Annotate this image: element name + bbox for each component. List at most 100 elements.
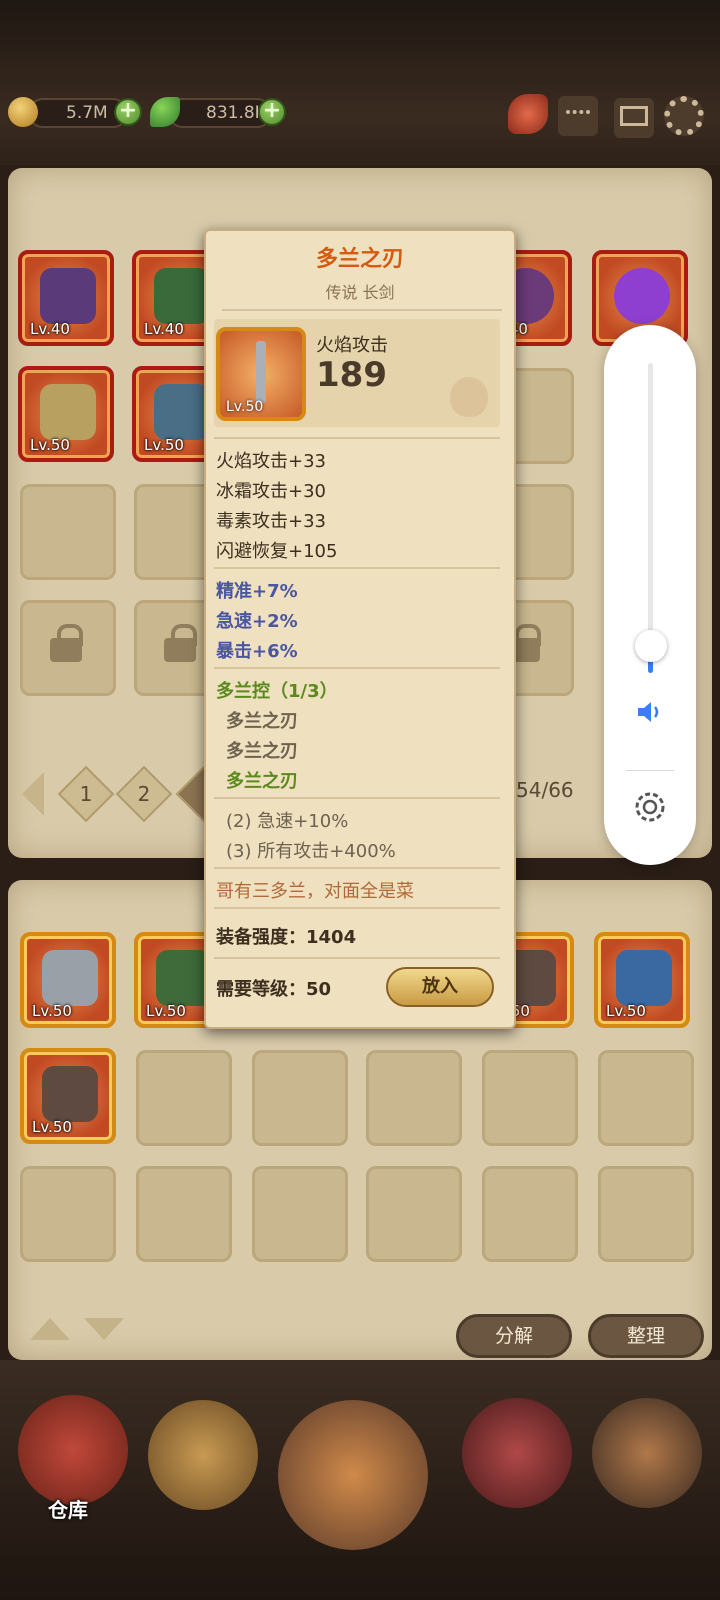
page-2-button[interactable]: 2 <box>124 774 164 814</box>
item-portrait: Lv.50 <box>216 327 306 421</box>
boot-icon <box>42 1066 98 1122</box>
sword-icon <box>42 950 98 1006</box>
shop-nav-icon[interactable] <box>462 1398 572 1508</box>
volume-slider-thumb[interactable] <box>635 630 667 662</box>
lock-icon <box>50 624 83 662</box>
divider <box>214 957 500 959</box>
main-stat-value: 189 <box>316 355 387 395</box>
empty-slot[interactable] <box>136 1050 232 1146</box>
set-bonus: (2) 急速+10% <box>226 811 349 832</box>
prev-page-arrow-icon[interactable] <box>22 772 44 816</box>
volume-track[interactable] <box>648 363 653 673</box>
settings-gear-icon[interactable] <box>664 96 704 136</box>
empty-slot[interactable] <box>598 1166 694 1262</box>
gold-coin-icon <box>8 97 38 127</box>
item-name: 多兰之刃 <box>315 247 404 272</box>
empty-slot[interactable] <box>366 1050 462 1146</box>
set-item: 多兰之刃 <box>226 741 298 762</box>
amulet-icon <box>40 384 96 440</box>
set-item: 多兰之刃 <box>226 711 298 732</box>
mail-icon[interactable] <box>614 98 654 138</box>
sound-settings-gear-icon[interactable] <box>630 787 670 827</box>
empty-slot[interactable] <box>20 1166 116 1262</box>
leaf-value: 831.8K <box>206 103 266 123</box>
base-stat: 冰霜攻击+30 <box>216 481 326 502</box>
sword-icon <box>256 341 266 403</box>
forge-nav-icon[interactable] <box>592 1398 702 1508</box>
sort-down-arrow-icon[interactable] <box>84 1318 124 1340</box>
empty-slot[interactable] <box>252 1166 348 1262</box>
bonus-stat: 急速+2% <box>216 611 298 632</box>
chat-icon[interactable] <box>558 96 598 136</box>
divider <box>626 770 674 771</box>
required-level: 需要等级：50 <box>216 979 332 1000</box>
divider <box>214 867 500 869</box>
empty-slot[interactable] <box>252 1050 348 1146</box>
organize-button[interactable]: 整理 <box>588 1314 704 1358</box>
set-item-owned: 多兰之刃 <box>226 771 298 792</box>
divider <box>214 797 500 799</box>
item-level: Lv.50 <box>606 1002 646 1020</box>
item-rarity-type: 传说 长剑 <box>325 283 395 302</box>
divider <box>214 567 500 569</box>
sort-up-arrow-icon[interactable] <box>30 1318 70 1340</box>
base-stat: 闪避恢复+105 <box>216 541 338 562</box>
armor-icon <box>154 384 210 440</box>
locked-slot <box>20 600 116 696</box>
warehouse-nav-icon[interactable] <box>18 1395 128 1505</box>
item-tooltip: 多兰之刃 传说 长剑 Lv.50 火焰攻击 189 火焰攻击+33 冰霜攻击+3… <box>204 229 516 1029</box>
divider <box>214 667 500 669</box>
base-stat: 火焰攻击+33 <box>216 451 326 472</box>
equipment-slot[interactable]: Lv.50 <box>18 366 114 462</box>
orb-icon <box>614 268 670 324</box>
set-name: 多兰控（1/3） <box>216 681 338 702</box>
gold-amount: 5.7M <box>28 98 128 128</box>
divider <box>222 309 502 311</box>
item-level: Lv.50 <box>146 1002 186 1020</box>
empty-slot[interactable] <box>136 1166 232 1262</box>
gold-value: 5.7M <box>66 103 108 123</box>
flavor-text: 哥有三多兰，对面全是菜 <box>216 881 414 902</box>
portrait-level: Lv.50 <box>226 399 264 415</box>
add-gold-button[interactable]: + <box>114 98 142 126</box>
empty-slot[interactable] <box>482 1166 578 1262</box>
blue-boot-icon <box>616 950 672 1006</box>
empty-slot[interactable] <box>482 1050 578 1146</box>
horn-icon[interactable] <box>508 94 548 134</box>
empty-slot[interactable] <box>20 484 116 580</box>
equipment-slot[interactable]: Lv.40 <box>18 250 114 346</box>
item-level: Lv.50 <box>32 1118 72 1136</box>
volume-panel <box>604 325 696 865</box>
put-in-button[interactable]: 放入 <box>386 967 494 1007</box>
item-level: Lv.50 <box>32 1002 72 1020</box>
bag-slot[interactable]: Lv.50 <box>20 932 116 1028</box>
empty-slot[interactable] <box>598 1050 694 1146</box>
item-level: Lv.40 <box>30 320 70 338</box>
bag-slot[interactable]: Lv.50 <box>594 932 690 1028</box>
top-bar <box>0 0 720 165</box>
fire-icon <box>450 377 488 417</box>
main-stat-label: 火焰攻击 <box>316 335 388 356</box>
empty-slot[interactable] <box>366 1166 462 1262</box>
item-level: Lv.40 <box>144 320 184 338</box>
base-stat: 毒素攻击+33 <box>216 511 326 532</box>
divider <box>214 437 500 439</box>
add-leaf-button[interactable]: + <box>258 98 286 126</box>
mask-icon <box>40 268 96 324</box>
set-bonus: (3) 所有攻击+400% <box>226 841 396 862</box>
speaker-icon[interactable] <box>634 697 664 727</box>
bonus-stat: 精准+7% <box>216 581 298 602</box>
tavern-nav-icon[interactable] <box>148 1400 258 1510</box>
equipment-power: 装备强度：1404 <box>216 927 357 948</box>
lock-icon <box>164 624 197 662</box>
divider <box>214 907 500 909</box>
bag-slot[interactable]: Lv.50 <box>20 1048 116 1144</box>
page-1-button[interactable]: 1 <box>66 774 106 814</box>
item-level: Lv.50 <box>144 436 184 454</box>
item-level: Lv.50 <box>30 436 70 454</box>
warehouse-nav-label: 仓库 <box>48 1498 88 1522</box>
storage-count: 54/66 <box>516 778 574 802</box>
leaf-amount: 831.8K <box>168 98 272 128</box>
decompose-button[interactable]: 分解 <box>456 1314 572 1358</box>
adventure-nav-icon[interactable] <box>278 1400 428 1550</box>
